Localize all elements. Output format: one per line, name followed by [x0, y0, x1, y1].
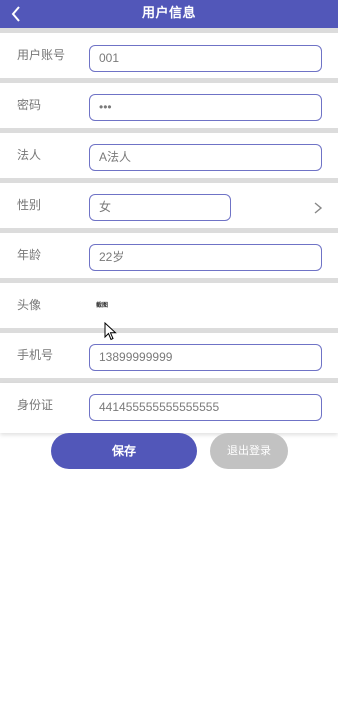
gender-label: 性别 [17, 198, 42, 212]
user-info-form: 用户账号 001 密码 ••• 法人 A法人 性别 女 年龄 22岁 头像 截图… [0, 28, 338, 433]
gender-field[interactable]: 女 [89, 194, 231, 221]
page-title: 用户信息 [141, 6, 196, 21]
username-label: 用户账号 [17, 48, 66, 62]
phone-field[interactable]: 13899999999 [89, 344, 322, 371]
save-button[interactable]: 保存 [51, 433, 197, 469]
id-card-label: 身份证 [17, 398, 54, 412]
row-avatar: 头像 截图 [0, 283, 338, 333]
phone-label: 手机号 [17, 348, 54, 362]
avatar-label: 头像 [17, 298, 42, 312]
row-age: 年龄 22岁 [0, 233, 338, 283]
row-phone: 手机号 13899999999 [0, 333, 338, 383]
row-password: 密码 ••• [0, 83, 338, 133]
row-id-card: 身份证 441455555555555555 [0, 383, 338, 433]
row-legal-person: 法人 A法人 [0, 133, 338, 183]
row-gender[interactable]: 性别 女 [0, 183, 338, 233]
legal-person-field[interactable]: A法人 [89, 144, 322, 171]
username-field[interactable]: 001 [89, 45, 322, 72]
row-username: 用户账号 001 [0, 28, 338, 83]
age-field[interactable]: 22岁 [89, 244, 322, 271]
legal-person-label: 法人 [17, 148, 42, 162]
id-card-field[interactable]: 441455555555555555 [89, 394, 322, 421]
age-label: 年龄 [17, 248, 42, 262]
mouse-cursor-icon [104, 322, 117, 341]
chevron-right-icon[interactable] [312, 201, 324, 215]
app-header: 用户信息 [0, 0, 338, 28]
password-field[interactable]: ••• [89, 94, 322, 121]
password-label: 密码 [17, 98, 42, 112]
logout-button[interactable]: 退出登录 [210, 433, 288, 469]
